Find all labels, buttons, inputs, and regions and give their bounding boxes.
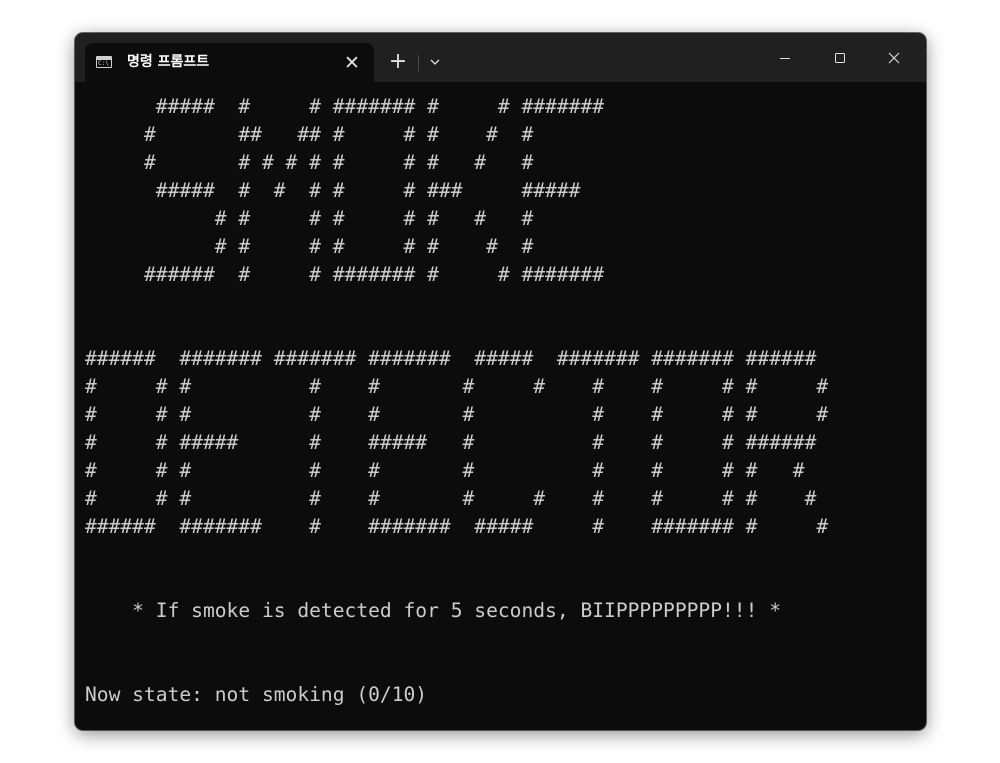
close-window-button[interactable] (871, 43, 917, 73)
title-bar[interactable]: C:\ 명령 프롬프트 ✕ + (75, 33, 926, 82)
tab-command-prompt[interactable]: C:\ 명령 프롬프트 ✕ (85, 43, 374, 82)
detector-art-line: # # ##### # ##### # # # # ###### (85, 431, 817, 454)
alert-message: * If smoke is detected for 5 seconds, BI… (85, 599, 781, 622)
detector-art-line: ###### ####### # ####### ##### # #######… (85, 515, 829, 538)
close-icon (888, 52, 900, 64)
smoke-art-line: ###### # # ####### # # ####### (85, 263, 605, 286)
new-tab-button[interactable]: + (386, 50, 410, 74)
plus-icon: + (388, 49, 408, 74)
smoke-art-line: ##### # # # # # ### ##### (85, 179, 581, 202)
terminal-output[interactable]: ##### # # ####### # # ####### # ## ## # … (85, 84, 915, 724)
smoke-art-line: ##### # # ####### # # ####### (85, 95, 605, 118)
smoke-art-line: # # # # # # # # (85, 207, 534, 230)
status-line: Now state: not smoking (0/10) (85, 683, 428, 706)
maximize-icon (835, 53, 845, 63)
minimize-button[interactable] (762, 43, 808, 73)
smoke-art-line: # # # # # # # # (85, 235, 534, 258)
detector-art-line: # # # # # # # # # # # # (85, 375, 829, 398)
tab-separator (418, 55, 419, 71)
command-prompt-icon: C:\ (96, 56, 112, 68)
chevron-down-icon (430, 59, 440, 65)
maximize-button[interactable] (817, 43, 863, 73)
smoke-art-line: # ## ## # # # # # (85, 123, 534, 146)
terminal-window: C:\ 명령 프롬프트 ✕ + ##### # # ####### # # ##… (75, 33, 926, 730)
detector-art-line: ###### ####### ####### ####### ##### ###… (85, 347, 817, 370)
tab-dropdown-button[interactable] (425, 51, 445, 75)
tab-close-button[interactable]: ✕ (340, 51, 364, 75)
detector-art-line: # # # # # # # # # # # # (85, 487, 817, 510)
minimize-icon (780, 58, 790, 59)
detector-art-line: # # # # # # # # # # # (85, 403, 829, 426)
smoke-art-line: # # # # # # # # # # (85, 151, 534, 174)
close-icon: ✕ (344, 52, 360, 74)
tab-title: 명령 프롬프트 (127, 54, 210, 70)
detector-art-line: # # # # # # # # # # # (85, 459, 805, 482)
